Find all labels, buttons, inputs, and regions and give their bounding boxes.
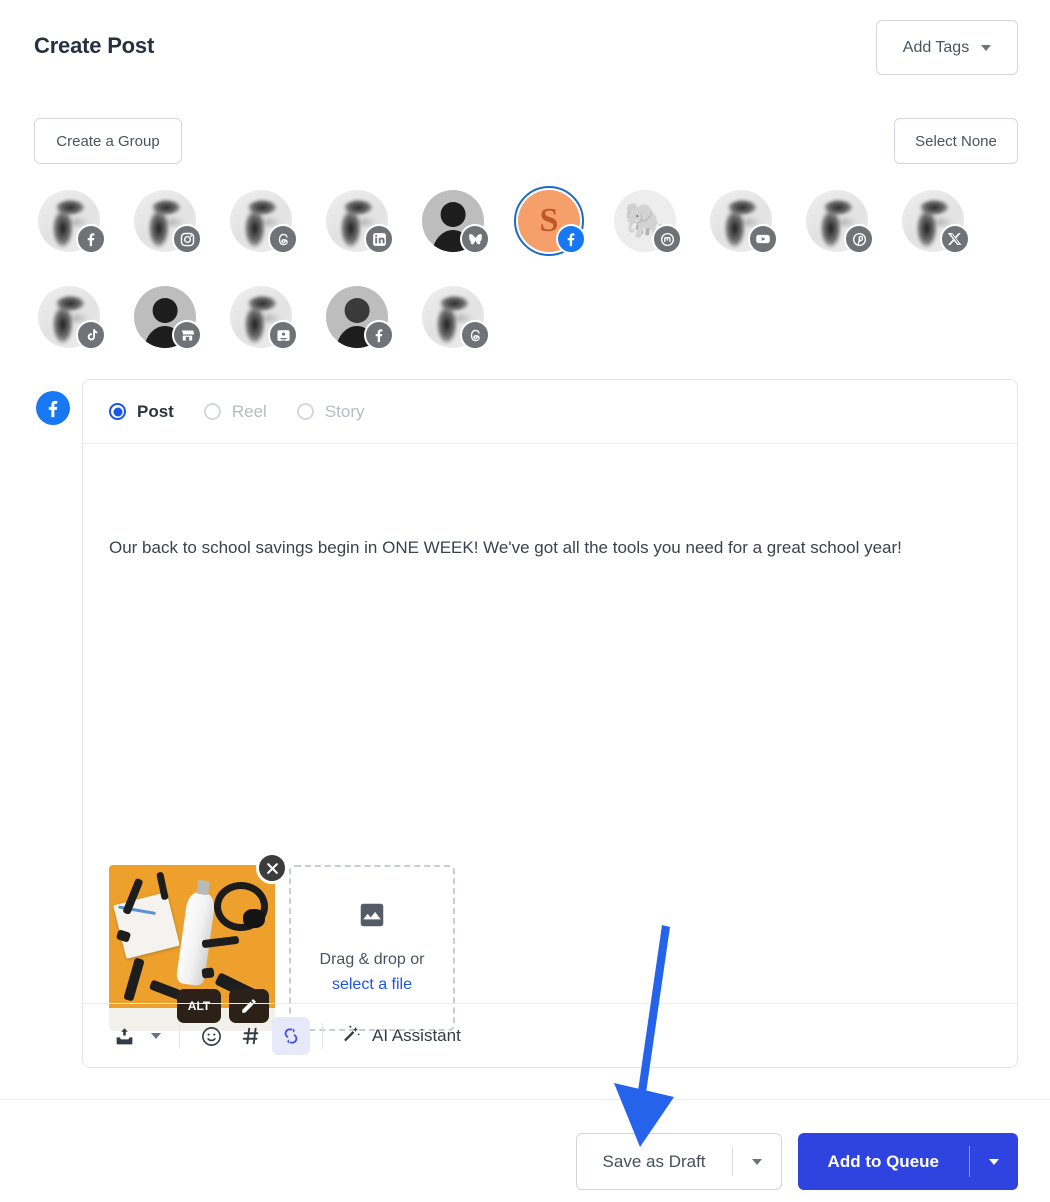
- mastodon-icon: [652, 224, 682, 254]
- post-editor-panel: Post Reel Story Our back to school savings…: [82, 379, 1018, 1068]
- linkedin-icon: [364, 224, 394, 254]
- account-avatar-instagram[interactable]: [130, 190, 226, 286]
- x-icon: [940, 224, 970, 254]
- account-row-2: [34, 286, 1024, 382]
- select-file-link[interactable]: select a file: [332, 976, 412, 993]
- upload-options-chevron-down-icon[interactable]: [145, 1017, 167, 1055]
- profile-card-icon: [268, 320, 298, 350]
- ai-assistant-button[interactable]: AI Assistant: [335, 1023, 467, 1049]
- save-as-draft-chevron-down-icon[interactable]: [733, 1134, 781, 1189]
- post-type-option-story: Story: [296, 401, 365, 422]
- magic-wand-icon: [341, 1023, 362, 1049]
- post-type-label: Story: [324, 401, 365, 421]
- facebook-icon: [36, 391, 70, 425]
- toolbar-divider: [179, 1023, 180, 1049]
- threads-icon: [268, 224, 298, 254]
- create-group-button[interactable]: Create a Group: [34, 118, 182, 164]
- facebook-group-icon: [364, 320, 394, 350]
- radio-icon: [203, 403, 221, 420]
- notebook-object: [113, 892, 180, 959]
- post-type-radio-group: Post Reel Story: [83, 380, 1017, 444]
- headphones-object: [213, 881, 269, 932]
- account-avatar-pinterest[interactable]: [802, 190, 898, 286]
- account-avatar-bluesky[interactable]: [418, 190, 514, 286]
- account-avatar-facebook[interactable]: [34, 190, 130, 286]
- chevron-down-icon: [981, 44, 992, 51]
- instagram-icon: [172, 224, 202, 254]
- account-avatar-facebook-group[interactable]: [322, 286, 418, 382]
- account-selector: S 🐘: [34, 186, 1024, 382]
- save-as-draft-button[interactable]: Save as Draft: [575, 1133, 782, 1190]
- add-tags-label: Add Tags: [902, 38, 970, 56]
- image-icon: [357, 900, 387, 935]
- account-avatar-facebook[interactable]: S: [514, 186, 610, 286]
- save-as-draft-label: Save as Draft: [602, 1151, 706, 1171]
- facebook-icon: [76, 224, 106, 254]
- link-shortener-icon[interactable]: [272, 1017, 310, 1055]
- threads-icon: [460, 320, 490, 350]
- account-avatar-threads[interactable]: [418, 286, 514, 382]
- add-to-queue-button[interactable]: Add to Queue: [797, 1133, 1018, 1190]
- radio-icon: [296, 403, 314, 420]
- compose-area: Our back to school savings begin in ONE …: [83, 444, 1017, 1068]
- account-avatar-profile-card[interactable]: [226, 286, 322, 382]
- post-type-option-reel: Reel: [203, 401, 267, 422]
- post-type-option-post[interactable]: Post: [109, 402, 174, 422]
- post-type-label: Post: [137, 401, 174, 421]
- upload-image-icon[interactable]: [105, 1017, 143, 1055]
- account-toolbar: Create a Group Select None: [0, 118, 1050, 166]
- youtube-icon: [748, 224, 778, 254]
- account-row-1: S 🐘: [34, 186, 1024, 286]
- eraser-object: [201, 967, 215, 979]
- account-avatar-google-business[interactable]: [130, 286, 226, 382]
- pencil-object: [123, 957, 145, 1002]
- post-type-label: Reel: [231, 401, 267, 421]
- google-business-icon: [172, 320, 202, 350]
- emoji-icon[interactable]: [192, 1017, 230, 1055]
- post-text-input[interactable]: Our back to school savings begin in ONE …: [109, 533, 971, 563]
- footer-divider: [0, 1099, 1050, 1100]
- add-tags-button[interactable]: Add Tags: [876, 20, 1018, 75]
- account-avatar-linkedin[interactable]: [322, 190, 418, 286]
- add-to-queue-label: Add to Queue: [827, 1151, 939, 1171]
- page-title: Create Post: [34, 33, 155, 58]
- footer-actions: Save as Draft Add to Queue: [575, 1133, 1018, 1190]
- bluesky-icon: [460, 224, 490, 254]
- hashtag-icon[interactable]: [232, 1017, 270, 1055]
- account-avatar-youtube[interactable]: [706, 190, 802, 286]
- account-avatar-x[interactable]: [898, 190, 994, 286]
- tiktok-icon: [76, 320, 106, 350]
- add-to-queue-chevron-down-icon[interactable]: [970, 1133, 1018, 1190]
- editor-toolbar: AI Assistant: [83, 1003, 1017, 1068]
- radio-icon: [109, 403, 126, 420]
- select-none-button[interactable]: Select None: [894, 118, 1018, 164]
- account-avatar-tiktok[interactable]: [34, 286, 130, 382]
- pinterest-icon: [844, 224, 874, 254]
- dropzone-prefix: Drag & drop or: [319, 950, 425, 968]
- ai-assistant-label: AI Assistant: [372, 1026, 461, 1045]
- close-icon[interactable]: [256, 852, 288, 884]
- page-header: Create Post Add Tags: [0, 0, 1050, 96]
- facebook-icon: [556, 224, 586, 254]
- toolbar-divider: [322, 1023, 323, 1049]
- account-avatar-threads[interactable]: [226, 190, 322, 286]
- dropzone-text: Drag & drop or select a file: [312, 947, 432, 997]
- account-avatar-mastodon[interactable]: 🐘: [610, 190, 706, 286]
